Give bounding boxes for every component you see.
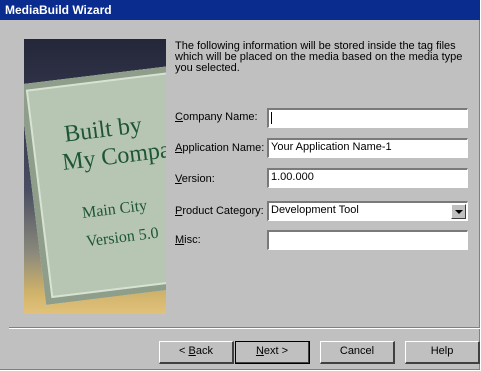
misc-field[interactable] xyxy=(267,230,468,250)
banner-plate xyxy=(24,63,166,305)
next-button-key: N xyxy=(255,345,264,357)
misc-label-key: M xyxy=(175,234,185,246)
application-name-label: Application Name: xyxy=(175,142,264,154)
product-category-label: Product Category: xyxy=(175,205,264,217)
title-bar: MediaBuild Wizard xyxy=(0,0,480,20)
company-name-label-text: ompany Name: xyxy=(182,111,258,123)
wizard-window: MediaBuild Wizard Built by My Compar Mai… xyxy=(0,0,480,370)
version-label-key: V xyxy=(175,173,182,185)
chevron-down-icon xyxy=(455,210,463,214)
product-category-value: Development Tool xyxy=(271,204,359,216)
misc-label-text: isc: xyxy=(184,234,201,246)
next-button-label: ext > xyxy=(263,345,289,357)
application-name-value: Your Application Name-1 xyxy=(271,141,392,153)
version-field[interactable]: 1.00.000 xyxy=(267,168,468,188)
company-name-label-key: C xyxy=(175,111,183,123)
back-button-prefix: < xyxy=(179,345,189,357)
version-label: Version: xyxy=(175,173,215,185)
company-name-label: Company Name: xyxy=(175,111,258,123)
help-button-label: Help xyxy=(430,345,454,357)
company-name-field[interactable] xyxy=(267,108,468,128)
next-button[interactable]: Next > xyxy=(235,341,310,364)
window-title: MediaBuild Wizard xyxy=(5,3,112,17)
dropdown-arrow-button[interactable] xyxy=(451,204,466,219)
application-name-field[interactable]: Your Application Name-1 xyxy=(267,138,468,158)
help-button[interactable]: Help xyxy=(405,341,480,364)
cancel-button[interactable]: Cancel xyxy=(320,341,395,364)
intro-text: The following information will be stored… xyxy=(175,40,463,74)
back-button[interactable]: < Back xyxy=(159,341,234,364)
version-value: 1.00.000 xyxy=(271,171,314,183)
back-button-key: B xyxy=(188,345,196,357)
version-label-text: ersion: xyxy=(181,173,215,185)
text-caret xyxy=(271,111,272,124)
product-category-dropdown[interactable]: Development Tool xyxy=(267,201,468,221)
separator-highlight xyxy=(9,328,480,329)
back-button-label: ack xyxy=(195,345,213,357)
application-name-label-text: pplication Name: xyxy=(182,142,265,154)
cancel-button-label: Cancel xyxy=(339,345,375,357)
product-category-label-text: roduct Category: xyxy=(182,205,264,217)
misc-label: Misc: xyxy=(175,234,201,246)
wizard-banner-image: Built by My Compar Main City Version 5.0 xyxy=(24,39,166,314)
